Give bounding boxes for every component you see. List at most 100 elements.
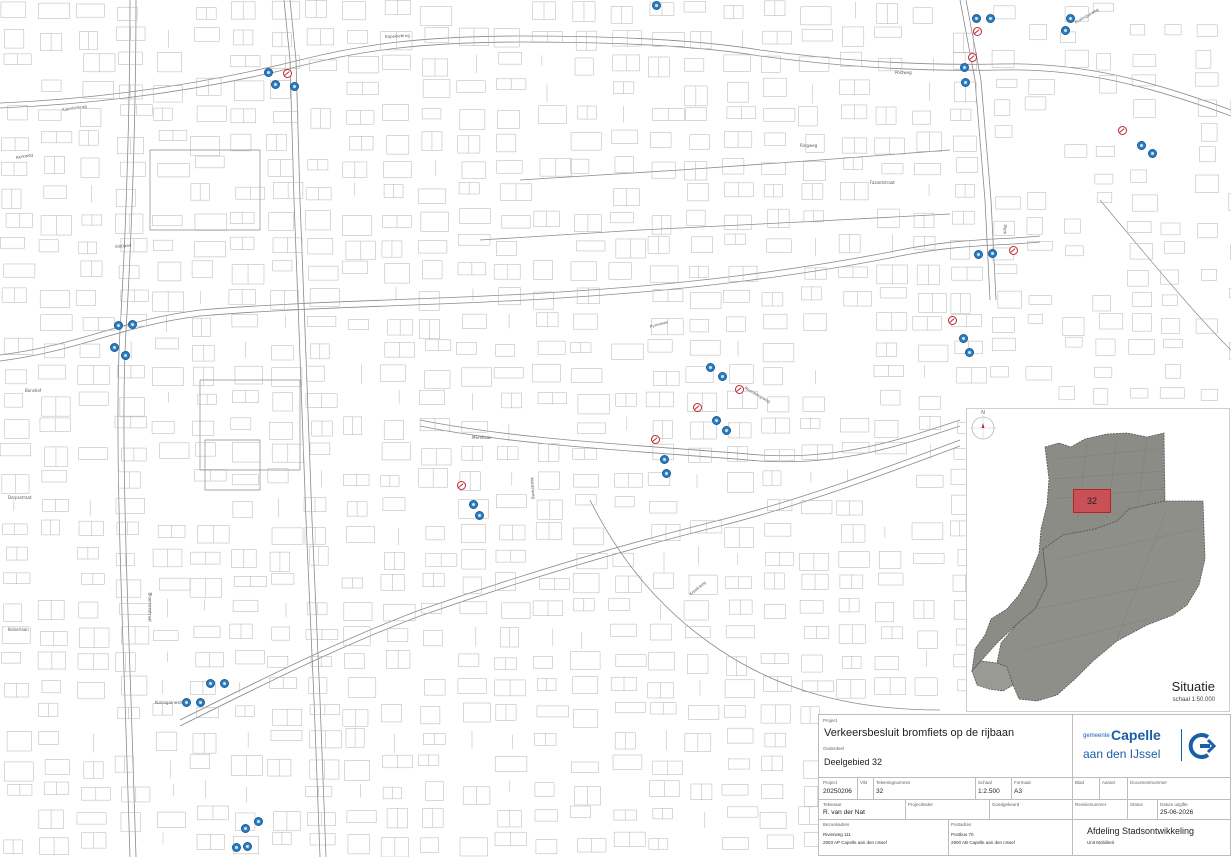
- moped-sign-icon[interactable]: [128, 320, 137, 329]
- road-line: [689, 134, 710, 150]
- moped-sign-icon[interactable]: [254, 817, 263, 826]
- moped-sign-icon[interactable]: [1061, 26, 1070, 35]
- moped-sign-icon[interactable]: [988, 249, 997, 258]
- moped-sign-icon[interactable]: [986, 14, 995, 23]
- road-line: [309, 59, 337, 71]
- moped-sign-icon[interactable]: [1137, 141, 1146, 150]
- road-line: [423, 630, 443, 647]
- title-block: Project Verkeersbesluit bromfiets op de …: [818, 714, 1231, 856]
- moped-sign-icon[interactable]: [965, 348, 974, 357]
- road-line: [309, 833, 336, 846]
- moped-sign-icon[interactable]: [652, 1, 661, 10]
- moped-sign-icon[interactable]: [196, 698, 205, 707]
- street-label: Fazantstraat: [870, 180, 895, 185]
- road-line: [573, 313, 598, 330]
- moped-sign-icon[interactable]: [660, 455, 669, 464]
- road-line: [494, 756, 528, 772]
- moped-sign-icon[interactable]: [712, 416, 721, 425]
- moped-sign-icon[interactable]: [1066, 14, 1075, 23]
- moped-sign-icon[interactable]: [232, 843, 241, 852]
- moped-sign-icon[interactable]: [1148, 149, 1157, 158]
- road-line: [648, 651, 675, 671]
- no-moped-sign-icon[interactable]: [735, 385, 744, 394]
- project-title: Verkeersbesluit bromfiets op de rijbaan: [824, 727, 1015, 739]
- road-line: [119, 603, 151, 615]
- count-label: Aantal: [1102, 780, 1115, 785]
- moped-sign-icon[interactable]: [974, 250, 983, 259]
- moped-sign-icon[interactable]: [475, 511, 484, 520]
- moped-sign-icon[interactable]: [959, 334, 968, 343]
- north-arrow-icon: N: [970, 410, 996, 440]
- moped-sign-icon[interactable]: [290, 82, 299, 91]
- road-line: [3, 603, 22, 622]
- no-moped-sign-icon[interactable]: [948, 316, 957, 325]
- road-line: [1195, 318, 1218, 334]
- road-line: [684, 626, 711, 639]
- road-line: [992, 317, 1015, 333]
- no-moped-sign-icon[interactable]: [651, 435, 660, 444]
- moped-sign-icon[interactable]: [469, 500, 478, 509]
- moped-sign-icon[interactable]: [220, 679, 229, 688]
- road-line: [149, 149, 261, 231]
- moped-sign-icon[interactable]: [722, 426, 731, 435]
- moped-sign-icon[interactable]: [206, 679, 215, 688]
- road-line: [38, 109, 62, 121]
- situation-inset: 32 N Situatie schaal 1:50.000: [966, 408, 1230, 712]
- road-line: [308, 265, 339, 281]
- no-moped-sign-icon[interactable]: [693, 403, 702, 412]
- moped-sign-icon[interactable]: [706, 363, 715, 372]
- road-line: [723, 54, 751, 72]
- moped-sign-icon[interactable]: [241, 824, 250, 833]
- road-line: [343, 626, 371, 646]
- moped-sign-icon[interactable]: [243, 842, 252, 851]
- no-moped-sign-icon[interactable]: [968, 53, 977, 62]
- road-line: [721, 784, 749, 796]
- road-line: [1027, 192, 1047, 210]
- road-line: [538, 471, 560, 490]
- road-line: [612, 754, 643, 770]
- road-line: [459, 837, 488, 857]
- no-moped-sign-icon[interactable]: [1009, 246, 1018, 255]
- moped-sign-icon[interactable]: [264, 68, 273, 77]
- road-line: [346, 810, 377, 823]
- moped-sign-icon[interactable]: [662, 469, 671, 478]
- road-line: [157, 52, 182, 73]
- road-line: [232, 441, 261, 463]
- road-line: [1096, 53, 1111, 71]
- moped-sign-icon[interactable]: [271, 80, 280, 89]
- road-line: [763, 77, 787, 98]
- deelgebied-marker[interactable]: 32: [1073, 489, 1111, 513]
- road-line: [536, 705, 569, 718]
- moped-sign-icon[interactable]: [114, 321, 123, 330]
- street-label: Ringweg: [800, 143, 818, 148]
- road-line: [232, 501, 253, 518]
- road-line: [422, 79, 451, 98]
- moped-sign-icon[interactable]: [182, 698, 191, 707]
- moped-sign-icon[interactable]: [718, 372, 727, 381]
- moped-sign-icon[interactable]: [960, 63, 969, 72]
- road-line: [382, 497, 406, 511]
- road-line: [1132, 291, 1152, 307]
- road-line: [118, 51, 143, 65]
- revision-label: Revisienummer: [1075, 802, 1107, 807]
- moped-sign-icon[interactable]: [972, 14, 981, 23]
- no-moped-sign-icon[interactable]: [1118, 126, 1127, 135]
- moped-sign-icon[interactable]: [121, 351, 130, 360]
- road-line: [151, 215, 183, 227]
- road-line: [575, 494, 597, 506]
- street-label: Bonshof: [25, 388, 42, 393]
- road-line: [649, 501, 678, 514]
- road-line: [874, 26, 902, 38]
- road-line: [689, 340, 721, 356]
- no-moped-sign-icon[interactable]: [973, 27, 982, 36]
- no-moped-sign-icon[interactable]: [457, 481, 466, 490]
- road-line: [1095, 146, 1115, 157]
- road-line: [1133, 99, 1156, 118]
- road-line: [1130, 169, 1147, 183]
- moped-sign-icon[interactable]: [961, 78, 970, 87]
- postal-address-line2: 2900 AB Capelle aan den IJssel: [951, 840, 1015, 845]
- road-line: [688, 705, 720, 720]
- no-moped-sign-icon[interactable]: [283, 69, 292, 78]
- road-line: [1161, 294, 1178, 306]
- moped-sign-icon[interactable]: [110, 343, 119, 352]
